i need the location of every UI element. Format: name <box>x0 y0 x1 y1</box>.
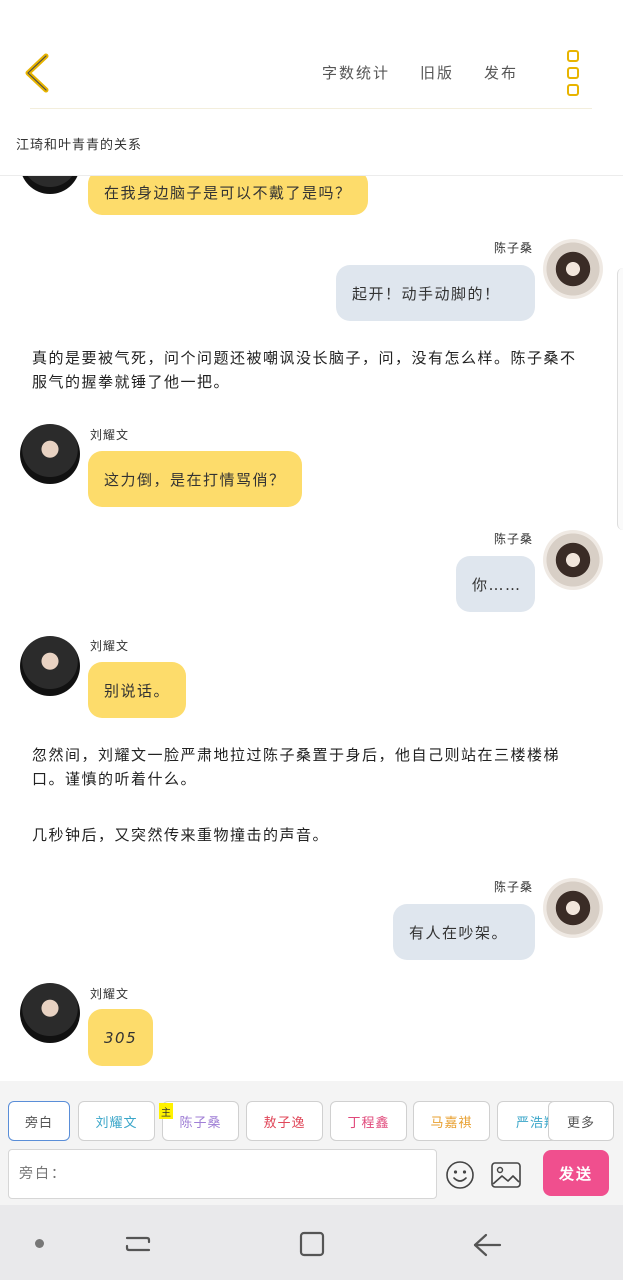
top-actions: 字数统计 旧版 发布 <box>292 62 518 83</box>
back-chevron-icon[interactable] <box>18 50 58 96</box>
chip-label: 更多 <box>566 1115 595 1131</box>
message-bubble[interactable]: 你…… <box>456 556 535 612</box>
sender-name: 陈子桑 <box>493 532 533 546</box>
avatar[interactable] <box>20 176 80 194</box>
message-bubble[interactable]: 这力倒，是在打情骂俏？ <box>88 451 302 507</box>
word-count-button[interactable]: 字数统计 <box>322 62 390 83</box>
character-selector: 旁白 刘耀文 陈子桑 敖子逸 丁程鑫 马嘉祺 严浩翔 更多 <box>0 1081 623 1143</box>
send-button[interactable]: 发送 <box>543 1150 609 1196</box>
message-bubble[interactable]: 别说话。 <box>88 662 187 718</box>
message-bubble[interactable]: 305 <box>88 1009 154 1066</box>
scrollbar[interactable] <box>617 268 623 530</box>
character-chip-ding[interactable]: 丁程鑫 <box>330 1101 407 1141</box>
composer: 发送 <box>0 1143 623 1205</box>
publish-button[interactable]: 发布 <box>484 62 518 83</box>
chip-label: 敖子逸 <box>263 1115 306 1131</box>
sender-name: 刘耀文 <box>90 639 130 653</box>
narration-text[interactable]: 几秒钟后，又突然传来重物撞击的声音。 <box>32 823 592 847</box>
home-icon[interactable] <box>299 1231 325 1257</box>
avatar[interactable] <box>543 530 603 590</box>
recents-icon[interactable] <box>124 1231 152 1257</box>
old-version-button[interactable]: 旧版 <box>420 62 454 83</box>
character-chip-ao[interactable]: 敖子逸 <box>246 1101 323 1141</box>
chip-label: 丁程鑫 <box>347 1115 390 1131</box>
top-divider <box>30 108 592 109</box>
image-icon[interactable] <box>490 1161 522 1189</box>
chip-label: 马嘉祺 <box>430 1115 473 1131</box>
more-menu-icon[interactable] <box>562 50 584 96</box>
narration-text[interactable]: 忽然间，刘耀文一脸严肃地拉过陈子桑置于身后，他自己则站在三楼楼梯口。谨慎的听着什… <box>32 743 592 791</box>
avatar[interactable] <box>20 983 80 1043</box>
chat-area[interactable]: 在我身边脑子是可以不戴了是吗？ 陈子桑 起开！动手动脚的！ 真的是要被气死，问个… <box>0 176 623 1080</box>
avatar[interactable] <box>543 878 603 938</box>
chip-label: 刘耀文 <box>95 1115 138 1131</box>
character-chip-narrator[interactable]: 旁白 <box>8 1101 70 1141</box>
avatar[interactable] <box>20 636 80 696</box>
main-character-badge: 主 <box>159 1103 173 1119</box>
nav-dot-icon[interactable] <box>35 1239 44 1248</box>
story-title: 江琦和叶青青的关系 <box>16 138 143 153</box>
sender-name: 刘耀文 <box>90 987 130 1001</box>
emoji-icon[interactable] <box>444 1159 476 1191</box>
back-icon[interactable] <box>472 1232 502 1258</box>
sender-name: 陈子桑 <box>493 880 533 894</box>
character-chip-liu[interactable]: 刘耀文 <box>78 1101 155 1141</box>
message-bubble[interactable]: 起开！动手动脚的！ <box>336 265 535 321</box>
avatar[interactable] <box>20 424 80 484</box>
chip-label: 陈子桑 <box>179 1115 222 1131</box>
narration-text[interactable]: 真的是要被气死，问个问题还被嘲讽没长脑子，问，没有怎么样。陈子桑不服气的握拳就锤… <box>32 346 592 394</box>
avatar[interactable] <box>543 239 603 299</box>
character-chip-ma[interactable]: 马嘉祺 <box>413 1101 490 1141</box>
system-nav-bar <box>0 1205 623 1280</box>
top-bar: 字数统计 旧版 发布 <box>0 0 623 110</box>
chip-label: 旁白 <box>24 1115 53 1131</box>
message-bubble[interactable]: 有人在吵架。 <box>393 904 535 960</box>
message-bubble[interactable]: 在我身边脑子是可以不戴了是吗？ <box>88 176 368 215</box>
sender-name: 陈子桑 <box>493 241 533 255</box>
sender-name: 刘耀文 <box>90 428 130 442</box>
more-characters-button[interactable]: 更多 <box>548 1101 614 1141</box>
message-input[interactable] <box>8 1149 437 1199</box>
character-chip-chen[interactable]: 陈子桑 <box>162 1101 239 1141</box>
